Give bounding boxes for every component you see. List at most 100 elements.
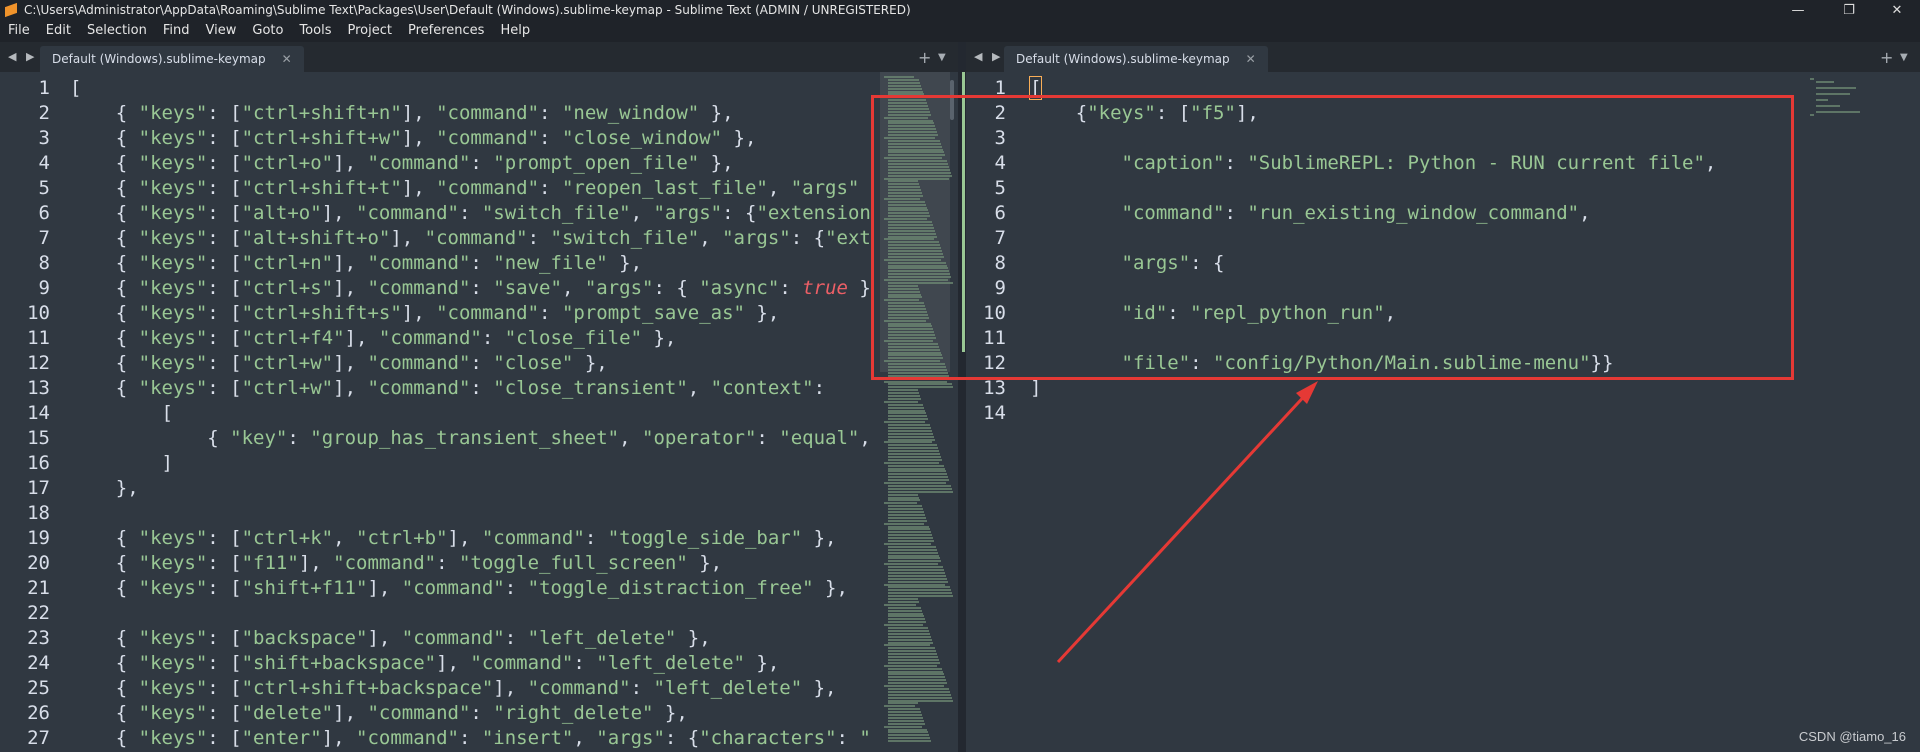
minimap-line	[1816, 81, 1834, 83]
minimap-line	[888, 592, 952, 595]
menu-help[interactable]: Help	[492, 20, 538, 42]
minimap-line	[888, 586, 950, 589]
minimap-line	[888, 598, 918, 600]
line-text[interactable]: [	[70, 76, 81, 101]
minimap-line	[888, 716, 923, 719]
minimap-line	[888, 548, 937, 551]
minimap-line	[888, 531, 931, 534]
menu-tools[interactable]: Tools	[291, 20, 339, 42]
line-text[interactable]: { "keys": ["f11"], "command": "toggle_fu…	[70, 551, 722, 576]
line-text[interactable]: { "keys": ["ctrl+o"], "command": "prompt…	[70, 151, 734, 176]
minimap-line	[888, 493, 918, 496]
minimize-button[interactable]: —	[1775, 0, 1821, 20]
line-number: 7	[38, 227, 50, 249]
minimap-line	[888, 577, 947, 580]
line-text[interactable]: { "key": "group_has_transient_sheet", "o…	[70, 426, 871, 451]
title-bar: C:\Users\Administrator\AppData\Roaming\S…	[0, 0, 1920, 20]
line-number: 21	[27, 577, 50, 599]
minimap-line	[884, 644, 930, 647]
line-number: 12	[27, 352, 50, 374]
tab-close-icon[interactable]: ✕	[282, 52, 292, 66]
new-tab-plus-icon[interactable]: +	[918, 48, 931, 67]
tab-close-icon[interactable]: ✕	[1246, 52, 1256, 66]
menu-file[interactable]: File	[0, 20, 38, 42]
line-number: 26	[27, 702, 50, 724]
minimap-line	[888, 615, 924, 618]
line-text[interactable]: { "keys": ["backspace"], "command": "lef…	[70, 626, 711, 651]
line-text[interactable]: { "keys": ["ctrl+n"], "command": "new_fi…	[70, 251, 642, 276]
minimap-line	[888, 734, 929, 737]
minimap-line	[884, 705, 915, 708]
tab-left-keymap[interactable]: Default (Windows).sublime-keymap ✕	[40, 46, 304, 72]
minimap-line	[888, 470, 946, 473]
menu-selection[interactable]: Selection	[79, 20, 155, 42]
minimap-line	[888, 658, 939, 661]
line-text[interactable]: { "keys": ["alt+shift+o"], "command": "s…	[70, 226, 871, 251]
line-text[interactable]: { "keys": ["ctrl+shift+s"], "command": "…	[70, 301, 780, 326]
minimap-line	[888, 473, 947, 476]
tab-nav-arrows-icon[interactable]: ◀ ▶	[974, 50, 1003, 63]
line-number: 16	[27, 452, 50, 474]
minimap-line	[888, 653, 937, 656]
line-text[interactable]: { "keys": ["enter"], "command": "insert"…	[70, 726, 871, 751]
menu-edit[interactable]: Edit	[38, 20, 79, 42]
line-text[interactable]: { "keys": ["shift+f11"], "command": "tog…	[70, 576, 848, 601]
left-editor-pane[interactable]: 1 [2 { "keys": ["ctrl+shift+n"], "command…	[0, 72, 958, 752]
right-minimap[interactable]	[1810, 78, 1880, 118]
minimap-line	[888, 719, 924, 722]
minimap-line	[888, 682, 947, 685]
minimap-line	[888, 406, 924, 409]
tab-label: Default (Windows).sublime-keymap	[52, 52, 266, 66]
minimap-line	[1810, 78, 1814, 80]
menu-project[interactable]: Project	[339, 20, 399, 42]
line-text[interactable]: { "keys": ["ctrl+w"], "command": "close_…	[70, 376, 825, 401]
menu-find[interactable]: Find	[155, 20, 198, 42]
close-window-button[interactable]: ✕	[1874, 0, 1920, 20]
line-text[interactable]: [	[70, 401, 173, 426]
line-text[interactable]: { "keys": ["delete"], "command": "right_…	[70, 701, 688, 726]
line-text[interactable]: { "keys": ["ctrl+w"], "command": "close"…	[70, 351, 608, 376]
menu-view[interactable]: View	[198, 20, 245, 42]
line-text[interactable]: { "keys": ["ctrl+shift+t"], "command": "…	[70, 176, 860, 201]
menu-goto[interactable]: Goto	[244, 20, 291, 42]
minimap-line	[888, 511, 924, 513]
tab-right-keymap[interactable]: Default (Windows).sublime-keymap ✕	[1004, 46, 1268, 72]
maximize-button[interactable]: ❐	[1826, 0, 1872, 20]
menu-preferences[interactable]: Preferences	[400, 20, 492, 42]
tab-menu-chevron-icon[interactable]: ▼	[1900, 52, 1908, 63]
minimap-line	[884, 441, 932, 444]
line-text[interactable]: { "keys": ["alt+o"], "command": "switch_…	[70, 201, 871, 226]
minimap-line	[888, 650, 936, 653]
tab-menu-chevron-icon[interactable]: ▼	[938, 52, 946, 63]
line-text[interactable]: { "keys": ["ctrl+k", "ctrl+b"], "command…	[70, 526, 837, 551]
line-number: 15	[27, 427, 50, 449]
minimap-line	[888, 508, 923, 511]
minimap-line	[888, 540, 934, 542]
line-number: 3	[38, 127, 50, 149]
line-text[interactable]: { "keys": ["ctrl+f4"], "command": "close…	[70, 326, 677, 351]
line-text[interactable]: { "keys": ["ctrl+shift+backspace"], "com…	[70, 676, 837, 701]
new-tab-plus-icon[interactable]: +	[1880, 48, 1893, 67]
line-text[interactable]: { "keys": ["ctrl+shift+w"], "command": "…	[70, 126, 757, 151]
minimap-line	[888, 516, 926, 519]
minimap-line	[888, 679, 946, 682]
line-text[interactable]: { "keys": ["shift+backspace"], "command"…	[70, 651, 780, 676]
line-number: 24	[27, 652, 50, 674]
minimap-line	[888, 618, 925, 621]
minimap-line	[884, 583, 945, 586]
tab-nav-arrows-icon[interactable]: ◀ ▶	[8, 50, 37, 63]
minimap-line	[888, 505, 922, 508]
minimap-line	[884, 664, 937, 667]
line-text[interactable]: { "keys": ["ctrl+shift+n"], "command": "…	[70, 101, 734, 126]
minimap-line	[888, 528, 930, 531]
minimap-line	[888, 690, 950, 693]
line-number: 9	[38, 277, 50, 299]
line-text[interactable]: ]	[70, 451, 173, 476]
line-number: 17	[27, 477, 50, 499]
minimap-line	[888, 392, 919, 395]
minimap-line	[888, 415, 927, 418]
line-text[interactable]: },	[70, 476, 139, 501]
right-tab-bar: ◀ ▶ Default (Windows).sublime-keymap ✕ +…	[966, 42, 1920, 72]
line-text[interactable]: { "keys": ["ctrl+s"], "command": "save",…	[70, 276, 871, 301]
minimap-line	[888, 383, 952, 386]
